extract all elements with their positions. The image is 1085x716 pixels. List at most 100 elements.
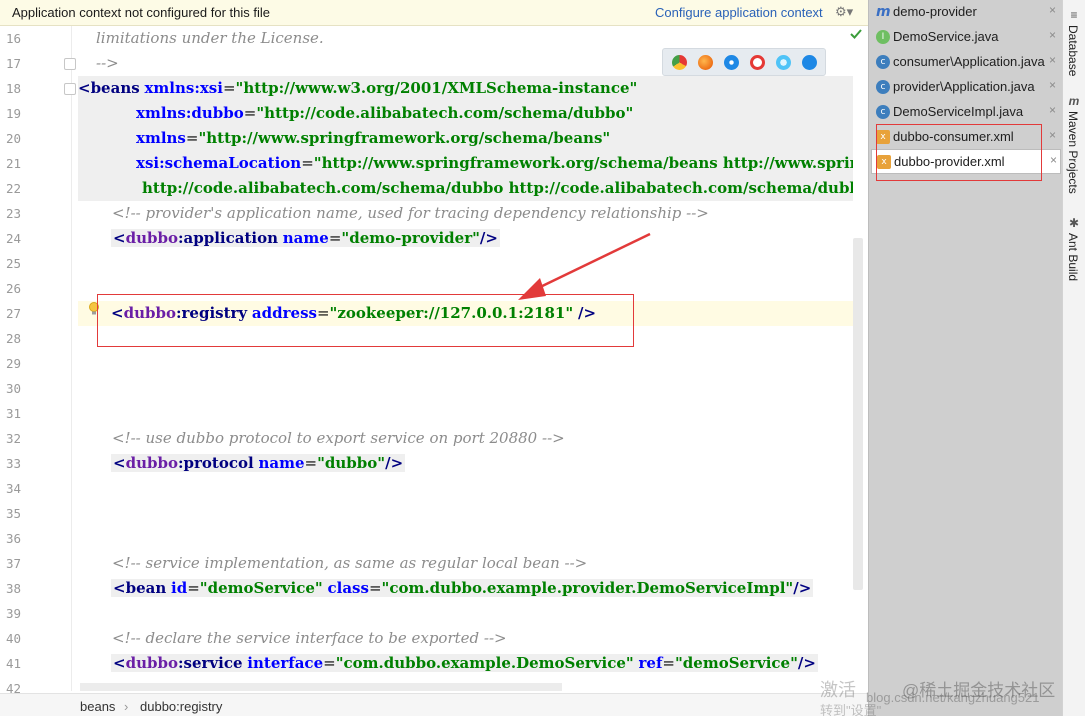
attribute-name: xmlns:dubbo bbox=[136, 104, 244, 122]
attribute-name: xmlns:xsi bbox=[144, 79, 223, 97]
edge-icon[interactable] bbox=[802, 55, 817, 70]
line-number: 38 bbox=[6, 581, 22, 596]
attribute-name: xsi:schemaLocation bbox=[136, 154, 302, 172]
attribute-value: "dubbo" bbox=[317, 454, 386, 472]
ant-icon: ✱ bbox=[1068, 216, 1080, 230]
attribute-value: "http://www.springframework.org/schema/b… bbox=[313, 154, 853, 172]
close-icon[interactable]: × bbox=[1049, 128, 1056, 142]
close-icon[interactable]: × bbox=[1049, 28, 1056, 42]
code-line-33: <dubbo:protocol name="dubbo"/> bbox=[111, 454, 406, 472]
line-number: 18 bbox=[6, 81, 22, 96]
tab-label: DemoService.java bbox=[893, 29, 999, 44]
attribute-value: "demoService" bbox=[199, 579, 323, 597]
chrome-icon[interactable] bbox=[672, 55, 687, 70]
tab-demo-provider[interactable]: m demo-provider × bbox=[871, 0, 1061, 25]
line-number-gutter[interactable]: 16 17 18 19 20 21 22 23 24 25 26 27 28 2… bbox=[0, 26, 76, 696]
line-number: 32 bbox=[6, 431, 22, 446]
tab-demo-service-java[interactable]: I DemoService.java × bbox=[871, 25, 1061, 50]
attribute-value: "http://www.w3.org/2001/XMLSchema-instan… bbox=[235, 79, 638, 97]
line-number: 23 bbox=[6, 206, 22, 221]
fold-marker-icon[interactable] bbox=[64, 58, 76, 70]
line-number: 35 bbox=[6, 506, 22, 521]
tool-window-label: Maven Projects bbox=[1066, 111, 1080, 194]
line-number: 20 bbox=[6, 131, 22, 146]
line-number: 39 bbox=[6, 606, 22, 621]
code-area[interactable]: limitations under the License. --> <bean… bbox=[78, 26, 853, 691]
code-editor[interactable]: Application context not configured for t… bbox=[0, 0, 868, 716]
tool-window-label: Ant Build bbox=[1066, 233, 1080, 282]
line-number: 29 bbox=[6, 356, 22, 371]
breadcrumb-leaf[interactable]: dubbo:registry bbox=[140, 699, 222, 714]
code-line-21: xsi:schemaLocation="http://www.springfra… bbox=[136, 151, 853, 176]
close-icon[interactable]: × bbox=[1049, 78, 1056, 92]
attribute-name: xmlns bbox=[136, 129, 186, 147]
breadcrumb-root[interactable]: beans bbox=[80, 699, 115, 714]
line-number: 28 bbox=[6, 331, 22, 346]
tag-namespace: dubbo bbox=[125, 654, 178, 672]
line-number: 34 bbox=[6, 481, 22, 496]
attribute-name: ref bbox=[638, 654, 663, 672]
fold-marker-icon[interactable] bbox=[64, 83, 76, 95]
tag-name: bean bbox=[125, 579, 167, 597]
code-line-41: <dubbo:service interface="com.dubbo.exam… bbox=[111, 654, 818, 672]
breadcrumb: beans › dubbo:registry bbox=[0, 693, 868, 716]
line-number: 27 bbox=[6, 306, 22, 321]
inspection-ok-icon[interactable] bbox=[850, 28, 862, 43]
code-line-40: <!-- declare the service interface to be… bbox=[112, 629, 507, 647]
notification-message: Application context not configured for t… bbox=[12, 5, 270, 20]
code-line-17: --> bbox=[96, 54, 119, 72]
close-icon[interactable]: × bbox=[1050, 153, 1057, 167]
class-icon: c bbox=[876, 105, 890, 119]
tab-label: demo-provider bbox=[893, 4, 977, 19]
close-icon[interactable]: × bbox=[1049, 3, 1056, 17]
interface-icon: I bbox=[876, 30, 890, 44]
vertical-scrollbar[interactable] bbox=[853, 238, 863, 590]
firefox-icon[interactable] bbox=[698, 55, 713, 70]
tag-namespace: dubbo bbox=[125, 454, 178, 472]
code-line-23: <!-- provider's application name, used f… bbox=[112, 204, 709, 222]
tab-label: consumer\Application.java bbox=[893, 54, 1045, 69]
ie-icon[interactable] bbox=[776, 55, 791, 70]
tool-window-ant-build[interactable]: ✱ Ant Build bbox=[1066, 216, 1082, 281]
line-number: 24 bbox=[6, 231, 22, 246]
editor-tabs-panel: m demo-provider × I DemoService.java × c… bbox=[868, 0, 1062, 716]
safari-icon[interactable] bbox=[724, 55, 739, 70]
annotation-arrow-icon bbox=[518, 232, 651, 300]
opera-icon[interactable] bbox=[750, 55, 765, 70]
tab-label: DemoServiceImpl.java bbox=[893, 104, 1024, 119]
attribute-name: id bbox=[171, 579, 188, 597]
code-line-24: <dubbo:application name="demo-provider"/… bbox=[111, 229, 500, 247]
tab-label: provider\Application.java bbox=[893, 79, 1035, 94]
tool-window-database[interactable]: ≡ Database bbox=[1066, 8, 1082, 76]
attribute-value: "demoService" bbox=[674, 654, 798, 672]
tag-name: service bbox=[183, 654, 243, 672]
code-line-37: <!-- service implementation, as same as … bbox=[112, 554, 588, 572]
maven-icon: m bbox=[1068, 94, 1080, 108]
line-number: 19 bbox=[6, 106, 22, 121]
line-number: 41 bbox=[6, 656, 22, 671]
attribute-value: "com.dubbo.example.provider.DemoServiceI… bbox=[381, 579, 794, 597]
tab-demo-service-impl-java[interactable]: c DemoServiceImpl.java × bbox=[871, 100, 1061, 125]
attribute-value: "com.dubbo.example.DemoService" bbox=[335, 654, 634, 672]
code-line-32: <!-- use dubbo protocol to export servic… bbox=[112, 429, 565, 447]
attribute-name: name bbox=[258, 454, 305, 472]
close-icon[interactable]: × bbox=[1049, 53, 1056, 67]
line-number: 40 bbox=[6, 631, 22, 646]
attribute-value: "http://www.springframework.org/schema/b… bbox=[198, 129, 611, 147]
class-icon: c bbox=[876, 55, 890, 69]
tag-name: protocol bbox=[183, 454, 254, 472]
code-line-20: xmlns="http://www.springframework.org/sc… bbox=[136, 129, 611, 147]
tabs-highlight-annotation-box bbox=[876, 124, 1042, 181]
code-line-19: xmlns:dubbo="http://code.alibabatech.com… bbox=[136, 104, 634, 122]
tab-consumer-application-java[interactable]: c consumer\Application.java × bbox=[871, 50, 1061, 75]
notification-settings-icon[interactable]: ⚙▾ bbox=[835, 4, 853, 20]
horizontal-scrollbar[interactable] bbox=[80, 683, 562, 691]
line-number: 17 bbox=[6, 56, 22, 71]
line-number: 33 bbox=[6, 456, 22, 471]
attribute-name: class bbox=[327, 579, 369, 597]
configure-context-link[interactable]: Configure application context bbox=[655, 5, 823, 20]
tool-window-maven-projects[interactable]: m Maven Projects bbox=[1066, 94, 1082, 194]
attribute-value: "demo-provider" bbox=[341, 229, 480, 247]
close-icon[interactable]: × bbox=[1049, 103, 1056, 117]
tab-provider-application-java[interactable]: c provider\Application.java × bbox=[871, 75, 1061, 100]
